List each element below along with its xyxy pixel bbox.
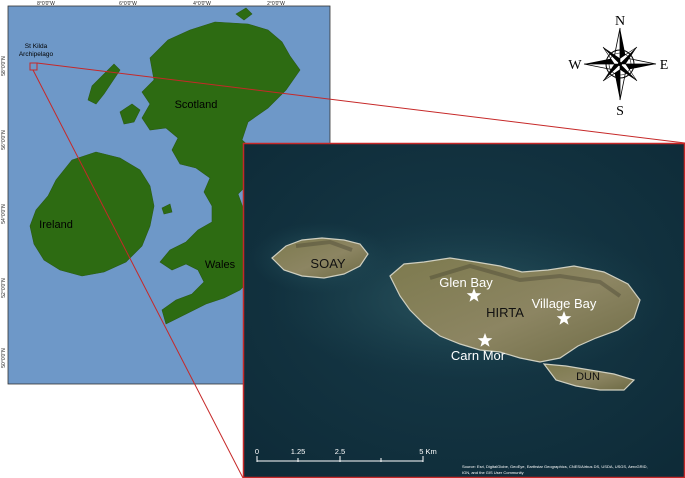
- site-label-village-bay: Village Bay: [532, 296, 597, 311]
- latitude-label-50n: 50°0'0"N: [1, 348, 7, 368]
- site-label-glen-bay: Glen Bay: [439, 275, 493, 290]
- latitude-label-56n: 56°0'0"N: [1, 130, 7, 150]
- compass-north: N: [615, 14, 625, 29]
- scale-tick-2-5: 2.5: [335, 447, 345, 456]
- site-label-carn-mor: Carn Mor: [451, 348, 506, 363]
- compass-south: S: [616, 104, 624, 119]
- scale-tick-5km: 5 Km: [419, 447, 437, 456]
- compass-west: W: [568, 58, 582, 73]
- latitude-label-54n: 54°0'0"N: [1, 204, 7, 224]
- dun-label: DUN: [576, 371, 600, 383]
- inset-map: SOAY HIRTA DUN Glen Bay Village Bay Carn…: [242, 142, 685, 478]
- longitude-label-2w: 2°0'0"W: [267, 1, 285, 7]
- hirta-label: HIRTA: [486, 305, 524, 320]
- ireland-label: Ireland: [39, 219, 73, 231]
- st-kilda-label-line1: St Kilda: [25, 43, 48, 50]
- longitude-label-4w: 4°0'0"W: [193, 1, 211, 7]
- compass-star-icon: [583, 27, 657, 101]
- scale-tick-1-25: 1.25: [291, 447, 306, 456]
- latitude-label-58n: 58°0'0"N: [1, 56, 7, 76]
- attribution-line-1: Source: Esri, DigitalGlobe, GeoEye, Eart…: [462, 464, 648, 469]
- longitude-label-6w: 6°0'0"W: [119, 1, 137, 7]
- latitude-label-52n: 52°0'0"N: [1, 278, 7, 298]
- scotland-label: Scotland: [175, 99, 218, 111]
- soay-label: SOAY: [310, 256, 345, 271]
- compass-rose: N S E W: [568, 14, 668, 119]
- wales-label: Wales: [205, 259, 236, 271]
- scale-tick-0: 0: [255, 447, 259, 456]
- study-area-map: 8°0'0"W 6°0'0"W 4°0'0"W 2°0'0"W 58°0'0"N…: [1, 1, 685, 478]
- longitude-label-8w: 8°0'0"W: [37, 1, 55, 7]
- st-kilda-label-line2: Archipelago: [19, 51, 54, 58]
- compass-east: E: [660, 58, 669, 73]
- attribution-line-2: IGN, and the GIS User Community: [462, 470, 524, 475]
